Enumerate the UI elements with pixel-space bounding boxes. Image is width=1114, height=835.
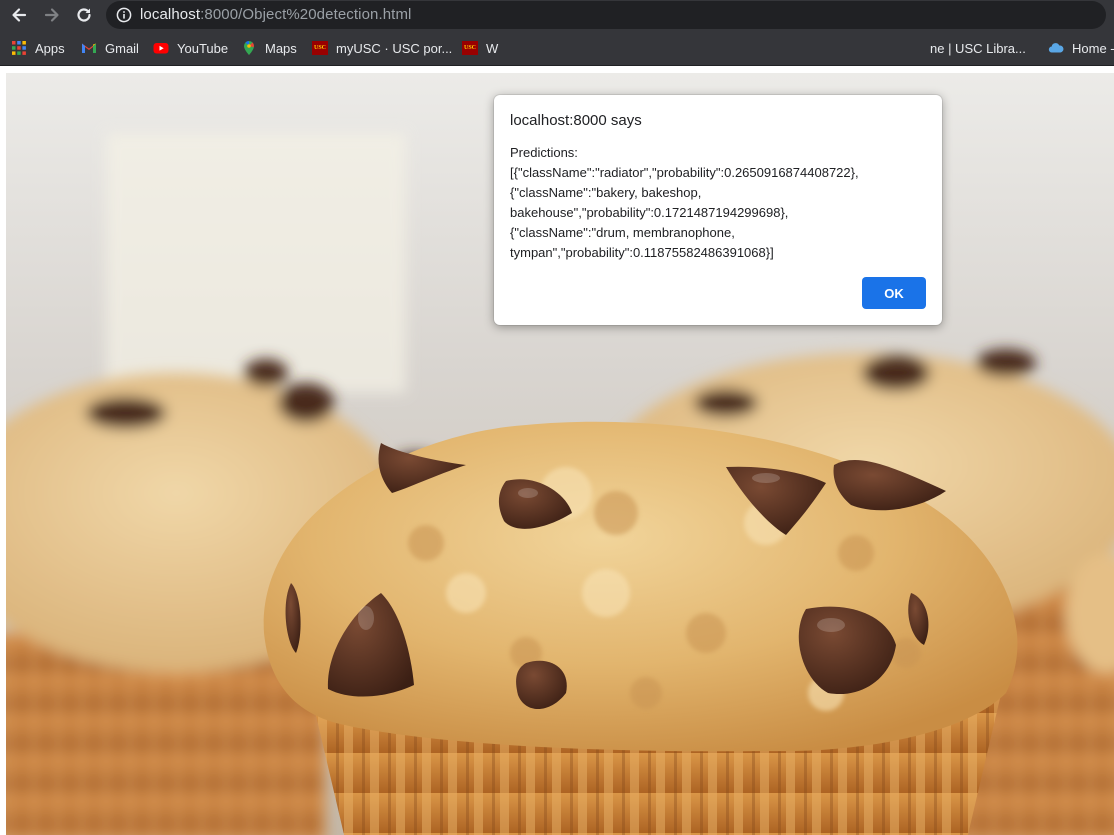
message-line: [{"className":"radiator","probability":0… (510, 165, 859, 180)
url-path: :8000/Object%20detection.html (200, 6, 412, 23)
bookmark-label: Maps (265, 40, 297, 56)
bookmark-label: Gmail (105, 40, 139, 56)
back-arrow-icon (12, 8, 27, 22)
reload-button[interactable] (71, 2, 97, 28)
bookmark-usc-libraries[interactable]: ne | USC Libra... (930, 39, 1026, 57)
message-line: bakehouse","probability":0.1721487194299… (510, 205, 789, 220)
bookmark-apps[interactable]: Apps (11, 39, 65, 57)
bookmark-label: ne | USC Libra... (930, 40, 1026, 56)
bookmark-usc-w[interactable]: USC W (462, 39, 498, 57)
page-viewport: localhost:8000 says Predictions: [{"clas… (0, 66, 1114, 835)
forward-button[interactable] (39, 2, 65, 28)
back-button[interactable] (6, 2, 32, 28)
dialog-message: Predictions: [{"className":"radiator","p… (510, 143, 910, 263)
bookmarks-bar: Apps Gmail YouTube Maps USC myUSC · USC … (0, 30, 1114, 66)
alert-dialog: localhost:8000 says Predictions: [{"clas… (494, 95, 942, 325)
youtube-icon (153, 43, 169, 54)
browser-window: localhost:8000/Object%20detection.html A… (0, 0, 1114, 835)
bookmark-maps[interactable]: Maps (241, 39, 297, 57)
bookmark-label: Apps (35, 40, 65, 56)
bookmark-myusc[interactable]: USC myUSC · USC por... (312, 39, 452, 57)
cloud-icon (1048, 43, 1064, 53)
gmail-icon (82, 43, 96, 53)
usc-logo-icon: USC (462, 41, 478, 55)
bookmark-label: Home - (1072, 40, 1114, 56)
message-line: {"className":"drum, membranophone, (510, 225, 735, 240)
bookmark-youtube[interactable]: YouTube (153, 39, 228, 57)
site-info-icon[interactable] (116, 7, 132, 23)
usc-logo-icon: USC (312, 41, 328, 55)
message-line: tympan","probability":0.1187558248639106… (510, 245, 774, 260)
apps-grid-icon (12, 41, 26, 55)
reload-icon (77, 8, 91, 22)
ok-button[interactable]: OK (862, 277, 926, 309)
message-line: Predictions: (510, 145, 578, 160)
bookmark-home[interactable]: Home - (1048, 39, 1114, 57)
bookmark-label: YouTube (177, 40, 229, 56)
url-text: localhost:8000/Object%20detection.html (140, 6, 411, 23)
bookmark-label: W (486, 40, 499, 56)
maps-pin-icon (244, 40, 254, 55)
address-bar[interactable]: localhost:8000/Object%20detection.html (106, 1, 1106, 29)
dialog-title: localhost:8000 says (510, 112, 642, 129)
bookmark-label: myUSC · USC por... (336, 40, 453, 56)
bookmark-gmail[interactable]: Gmail (81, 39, 139, 57)
url-host: localhost (140, 6, 201, 23)
forward-arrow-icon (44, 8, 59, 22)
message-line: {"className":"bakery, bakeshop, (510, 185, 702, 200)
browser-toolbar: localhost:8000/Object%20detection.html (0, 0, 1114, 30)
